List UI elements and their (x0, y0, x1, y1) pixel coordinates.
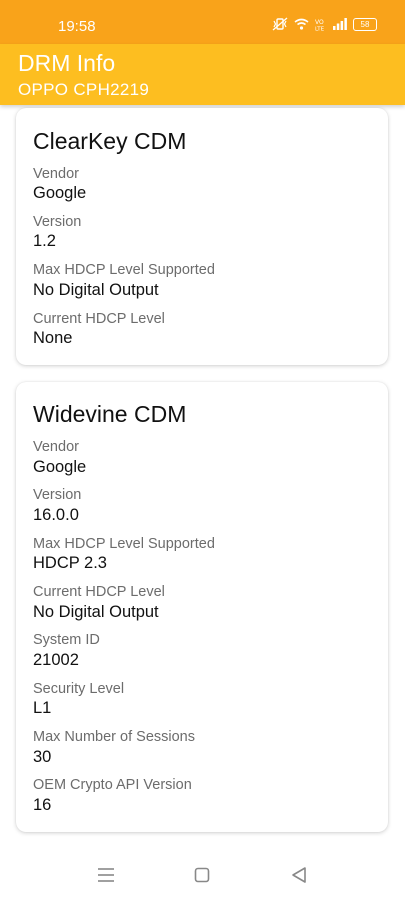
vendor-value: Google (33, 184, 87, 202)
vibrate-icon (272, 17, 288, 31)
max-hdcp-label: Max HDCP Level Supported (33, 536, 215, 552)
version-label: Version (33, 214, 82, 230)
signal-icon (333, 18, 347, 30)
max-hdcp-value: HDCP 2.3 (33, 554, 107, 572)
max-sessions-value: 30 (33, 748, 52, 766)
navigation-bar (0, 850, 405, 900)
volte-icon: VO LTE (315, 18, 327, 31)
card-title: Widevine CDM (33, 401, 187, 427)
version-value: 16.0.0 (33, 506, 79, 524)
oem-crypto-value: 16 (33, 796, 52, 814)
vendor-label: Vendor (33, 439, 79, 455)
app-title: DRM Info (18, 50, 116, 76)
menu-icon[interactable] (97, 866, 115, 889)
max-hdcp-label: Max HDCP Level Supported (33, 262, 215, 278)
clearkey-card: ClearKey CDM Vendor Google Version 1.2 M… (16, 108, 388, 365)
status-bar: 19:58 VO LTE 58 (0, 0, 405, 44)
back-icon[interactable] (291, 866, 307, 889)
device-name: OPPO CPH2219 (18, 80, 150, 99)
svg-text:LTE: LTE (315, 26, 325, 31)
status-time: 19:58 (58, 18, 96, 35)
max-hdcp-value: No Digital Output (33, 281, 159, 299)
battery-icon: 58 (353, 17, 377, 31)
current-hdcp-label: Current HDCP Level (33, 584, 165, 600)
app-bar: DRM Info OPPO CPH2219 (0, 44, 405, 105)
vendor-label: Vendor (33, 166, 79, 182)
status-icons: VO LTE 58 (272, 17, 377, 31)
current-hdcp-value: None (33, 329, 73, 347)
system-id-label: System ID (33, 632, 100, 648)
security-level-label: Security Level (33, 681, 125, 697)
version-label: Version (33, 487, 82, 503)
version-value: 1.2 (33, 232, 56, 250)
wifi-icon (294, 18, 309, 30)
current-hdcp-label: Current HDCP Level (33, 311, 165, 327)
max-sessions-label: Max Number of Sessions (33, 729, 195, 745)
home-icon[interactable] (194, 866, 210, 889)
svg-text:VO: VO (315, 19, 324, 26)
vendor-value: Google (33, 458, 87, 476)
oem-crypto-label: OEM Crypto API Version (33, 777, 192, 793)
system-id-value: 21002 (33, 651, 79, 669)
widevine-card: Widevine CDM Vendor Google Version 16.0.… (16, 382, 388, 832)
card-title: ClearKey CDM (33, 128, 187, 154)
security-level-value: L1 (33, 699, 52, 717)
current-hdcp-value: No Digital Output (33, 603, 159, 621)
